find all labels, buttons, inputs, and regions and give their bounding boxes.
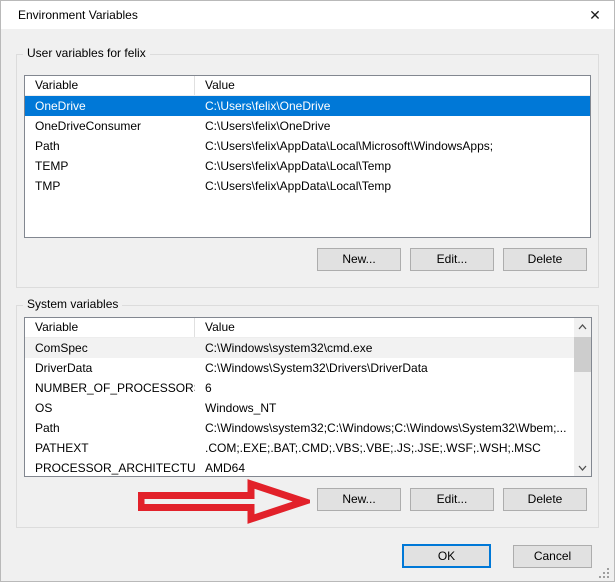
system-delete-button[interactable]: Delete xyxy=(503,488,587,511)
user-variables-group: User variables for felix Variable Value … xyxy=(16,54,599,288)
system-edit-button[interactable]: Edit... xyxy=(410,488,494,511)
variable-cell: TMP xyxy=(25,176,195,196)
column-header-value: Value xyxy=(195,318,591,337)
table-header: Variable Value xyxy=(25,318,591,338)
variable-cell: Path xyxy=(25,418,195,438)
close-button[interactable]: ✕ xyxy=(584,5,606,25)
variable-cell: DriverData xyxy=(25,358,195,378)
table-row[interactable]: PATHEXT .COM;.EXE;.BAT;.CMD;.VBS;.VBE;.J… xyxy=(25,438,591,458)
ok-button[interactable]: OK xyxy=(402,544,491,568)
value-cell: C:\Windows\System32\Drivers\DriverData xyxy=(195,358,591,378)
table-row[interactable]: OneDrive C:\Users\felix\OneDrive xyxy=(25,96,590,116)
scrollbar-thumb[interactable] xyxy=(574,337,591,372)
scroll-up-button[interactable] xyxy=(574,318,591,335)
table-row[interactable]: TEMP C:\Users\felix\AppData\Local\Temp xyxy=(25,156,590,176)
variable-cell: Path xyxy=(25,136,195,156)
variable-cell: OneDrive xyxy=(25,96,195,116)
table-row[interactable]: TMP C:\Users\felix\AppData\Local\Temp xyxy=(25,176,590,196)
value-cell: C:\Windows\system32;C:\Windows;C:\Window… xyxy=(195,418,591,438)
variable-cell: PROCESSOR_ARCHITECTURE xyxy=(25,458,195,477)
user-new-button[interactable]: New... xyxy=(317,248,401,271)
column-header-value: Value xyxy=(195,76,590,95)
system-variables-table: Variable Value ComSpec C:\Windows\system… xyxy=(24,317,592,477)
close-icon: ✕ xyxy=(589,7,601,23)
chevron-down-icon xyxy=(578,465,587,471)
table-row[interactable]: OS Windows_NT xyxy=(25,398,591,418)
value-cell: C:\Users\felix\AppData\Local\Microsoft\W… xyxy=(195,136,590,156)
chevron-up-icon xyxy=(578,324,587,330)
user-delete-button[interactable]: Delete xyxy=(503,248,587,271)
user-edit-button[interactable]: Edit... xyxy=(410,248,494,271)
cancel-button[interactable]: Cancel xyxy=(513,545,592,568)
user-variables-table: Variable Value OneDrive C:\Users\felix\O… xyxy=(24,75,591,238)
value-cell: C:\Users\felix\OneDrive xyxy=(195,96,590,116)
table-row[interactable]: NUMBER_OF_PROCESSORS 6 xyxy=(25,378,591,398)
value-cell: C:\Users\felix\AppData\Local\Temp xyxy=(195,156,590,176)
variable-cell: NUMBER_OF_PROCESSORS xyxy=(25,378,195,398)
table-row[interactable]: DriverData C:\Windows\System32\Drivers\D… xyxy=(25,358,591,378)
table-row[interactable]: Path C:\Users\felix\AppData\Local\Micros… xyxy=(25,136,590,156)
value-cell: C:\Users\felix\AppData\Local\Temp xyxy=(195,176,590,196)
value-cell: Windows_NT xyxy=(195,398,591,418)
table-row[interactable]: PROCESSOR_ARCHITECTURE AMD64 xyxy=(25,458,591,477)
system-variables-group: System variables Variable Value ComSpec … xyxy=(16,305,599,528)
variable-cell: ComSpec xyxy=(25,338,195,358)
column-header-variable: Variable xyxy=(25,76,195,95)
table-row[interactable]: OneDriveConsumer C:\Users\felix\OneDrive xyxy=(25,116,590,136)
variable-cell: OneDriveConsumer xyxy=(25,116,195,136)
title-bar: Environment Variables ✕ xyxy=(1,1,614,29)
variable-cell: TEMP xyxy=(25,156,195,176)
variable-cell: OS xyxy=(25,398,195,418)
column-header-variable: Variable xyxy=(25,318,195,337)
variable-cell: PATHEXT xyxy=(25,438,195,458)
group-label-system: System variables xyxy=(23,297,122,311)
value-cell: 6 xyxy=(195,378,591,398)
red-arrow-annotation xyxy=(138,478,310,525)
table-row[interactable]: Path C:\Windows\system32;C:\Windows;C:\W… xyxy=(25,418,591,438)
system-new-button[interactable]: New... xyxy=(317,488,401,511)
table-header: Variable Value xyxy=(25,76,590,96)
value-cell: C:\Windows\system32\cmd.exe xyxy=(195,338,591,358)
value-cell: C:\Users\felix\OneDrive xyxy=(195,116,590,136)
dialog-title: Environment Variables xyxy=(18,8,138,22)
value-cell: .COM;.EXE;.BAT;.CMD;.VBS;.VBE;.JS;.JSE;.… xyxy=(195,438,591,458)
scroll-down-button[interactable] xyxy=(574,459,591,476)
value-cell: AMD64 xyxy=(195,458,591,477)
table-row[interactable]: ComSpec C:\Windows\system32\cmd.exe xyxy=(25,338,591,358)
resize-grip[interactable] xyxy=(599,568,610,579)
environment-variables-dialog: Environment Variables ✕ User variables f… xyxy=(0,0,615,582)
group-label-user: User variables for felix xyxy=(23,46,150,60)
vertical-scrollbar[interactable] xyxy=(574,318,591,476)
